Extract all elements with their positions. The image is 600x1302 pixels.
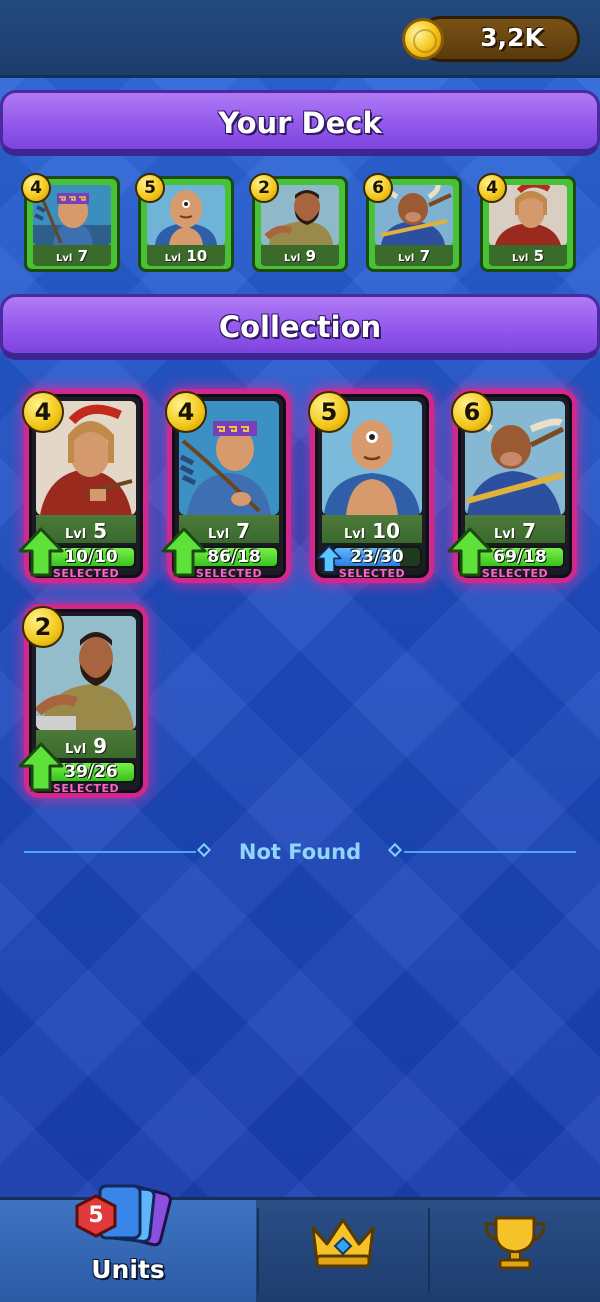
tab-crown[interactable] xyxy=(259,1200,427,1302)
tab-units-label: Units xyxy=(91,1255,165,1284)
elixir-cost-badge: 6 xyxy=(363,173,393,203)
level-strip: Lvl 9 xyxy=(261,245,339,266)
coin-amount: 3,2K xyxy=(480,23,544,52)
elixir-cost-badge: 6 xyxy=(451,391,493,433)
top-bar: 3,2K xyxy=(0,0,600,78)
tab-trophy[interactable] xyxy=(430,1200,600,1302)
divider-left xyxy=(24,851,196,853)
level-text: Lvl 5 xyxy=(512,247,544,265)
level-text: Lvl 9 xyxy=(284,247,316,265)
collection-card[interactable]: Lvl 7 69/18 SELECTED 6 xyxy=(447,391,572,580)
elixir-cost-badge: 2 xyxy=(22,606,64,648)
elixir-cost-badge: 4 xyxy=(22,391,64,433)
collection-card[interactable]: Lvl 7 86/18 SELECTED 4 xyxy=(161,391,286,580)
level-text: Lvl 10 xyxy=(343,519,401,543)
trophy-icon xyxy=(484,1216,546,1270)
elixir-cost-badge: 4 xyxy=(165,391,207,433)
deck-card[interactable]: Lvl 9 2 xyxy=(249,173,348,272)
progress-text: 23/30 xyxy=(350,547,404,567)
deck-card[interactable]: Lvl 5 4 xyxy=(477,173,576,272)
collection-card[interactable]: Lvl 10 23/30 SELECTED 5 xyxy=(308,391,429,580)
gold-coin-icon xyxy=(402,18,444,60)
elixir-cost-badge: 4 xyxy=(21,173,51,203)
deck-title: Your Deck xyxy=(218,106,382,140)
collection-card[interactable]: Lvl 5 10/10 SELECTED 4 xyxy=(18,391,143,580)
bottom-nav: 5 Units xyxy=(0,1184,600,1302)
level-strip: Lvl 7 xyxy=(33,245,111,266)
divider-right xyxy=(404,851,576,853)
level-row: Lvl 10 xyxy=(322,515,422,543)
upgrade-arrow-icon[interactable] xyxy=(316,545,342,573)
deck-card[interactable]: Lvl 7 6 xyxy=(363,173,462,272)
upgrade-arrow-icon[interactable] xyxy=(18,527,64,577)
elixir-cost-badge: 4 xyxy=(477,173,507,203)
upgrade-arrow-icon[interactable] xyxy=(447,527,493,577)
level-text: Lvl 7 xyxy=(398,247,430,265)
deck-header: Your Deck xyxy=(0,90,600,156)
upgrade-arrow-icon[interactable] xyxy=(18,742,64,792)
elixir-cost-badge: 5 xyxy=(135,173,165,203)
deck-card[interactable]: Lvl 7 4 xyxy=(21,173,120,272)
card-progress-bar: 23/30 xyxy=(332,546,422,568)
level-strip: Lvl 10 xyxy=(147,245,225,266)
deck-card[interactable]: Lvl 10 5 xyxy=(135,173,234,272)
crown-icon xyxy=(311,1218,375,1268)
collection-header: Collection xyxy=(0,294,600,360)
collection-title: Collection xyxy=(218,310,382,344)
level-text: Lvl 7 xyxy=(56,247,88,265)
not-found-label: Not Found xyxy=(238,840,362,864)
tab-units[interactable]: 5 Units xyxy=(0,1184,256,1302)
level-strip: Lvl 7 xyxy=(375,245,453,266)
elixir-cost-badge: 5 xyxy=(308,391,350,433)
level-text: Lvl 10 xyxy=(164,247,208,265)
elixir-cost-badge: 2 xyxy=(249,173,279,203)
upgrade-arrow-icon[interactable] xyxy=(161,527,207,577)
level-strip: Lvl 5 xyxy=(489,245,567,266)
units-badge-count: 5 xyxy=(88,1203,104,1228)
collection-card[interactable]: Lvl 9 39/26 SELECTED 2 xyxy=(18,606,143,795)
